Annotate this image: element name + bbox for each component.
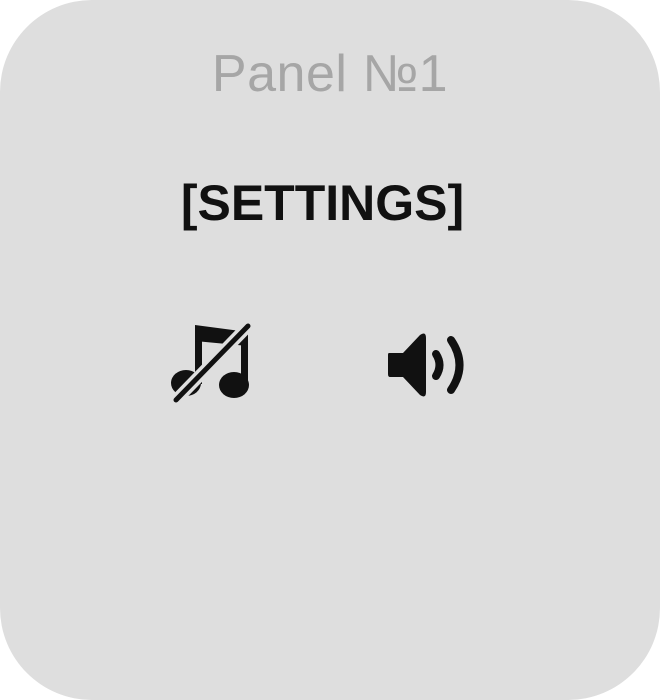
panel-title: Panel №1 xyxy=(211,45,449,103)
music-off-icon xyxy=(170,322,254,404)
settings-panel: Panel №1 [SETTINGS] xyxy=(0,0,660,700)
sound-toggle-button[interactable] xyxy=(384,332,474,398)
music-toggle-button[interactable] xyxy=(168,322,256,404)
volume-up-icon xyxy=(388,333,464,397)
settings-heading: [SETTINGS] xyxy=(180,175,465,231)
